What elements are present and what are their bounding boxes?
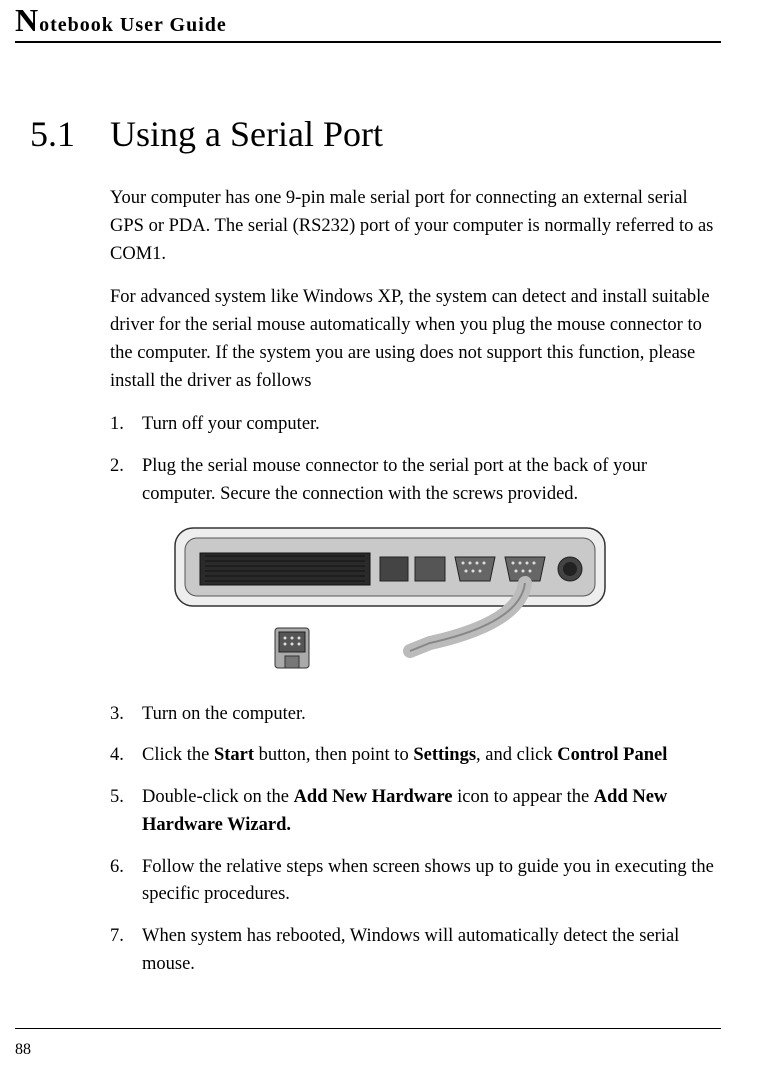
step-2: Plug the serial mouse connector to the s…	[110, 453, 716, 509]
steps-list-cont: Turn on the computer. Click the Start bu…	[110, 701, 716, 979]
section-title: Using a Serial Port	[110, 114, 383, 154]
step-5: Double-click on the Add New Hardware ico…	[110, 784, 716, 840]
serial-port-icon	[455, 557, 495, 581]
step-3: Turn on the computer.	[110, 701, 716, 729]
section-number: 5.1	[30, 113, 110, 155]
step-4: Click the Start button, then point to Se…	[110, 742, 716, 770]
header-big-letter: N	[15, 2, 39, 38]
header-title: Notebook User Guide	[15, 14, 227, 36]
step-7: When system has rebooted, Windows will a…	[110, 923, 716, 979]
footer-rule	[15, 1028, 721, 1029]
step-1: Turn off your computer.	[110, 411, 716, 439]
step-6: Follow the relative steps when screen sh…	[110, 854, 716, 910]
paragraph-2: For advanced system like Windows XP, the…	[110, 284, 716, 395]
serial-connector-icon	[275, 628, 309, 668]
laptop-rear-illustration	[170, 523, 610, 678]
section-heading: 5.1Using a Serial Port	[30, 113, 716, 155]
page-number: 88	[15, 1041, 31, 1059]
figure-laptop-rear	[170, 523, 716, 683]
paragraph-1: Your computer has one 9-pin male serial …	[110, 185, 716, 268]
running-header: Notebook User Guide	[15, 0, 721, 43]
header-rest: otebook User Guide	[39, 14, 227, 36]
steps-list: Turn off your computer. Plug the serial …	[110, 411, 716, 508]
